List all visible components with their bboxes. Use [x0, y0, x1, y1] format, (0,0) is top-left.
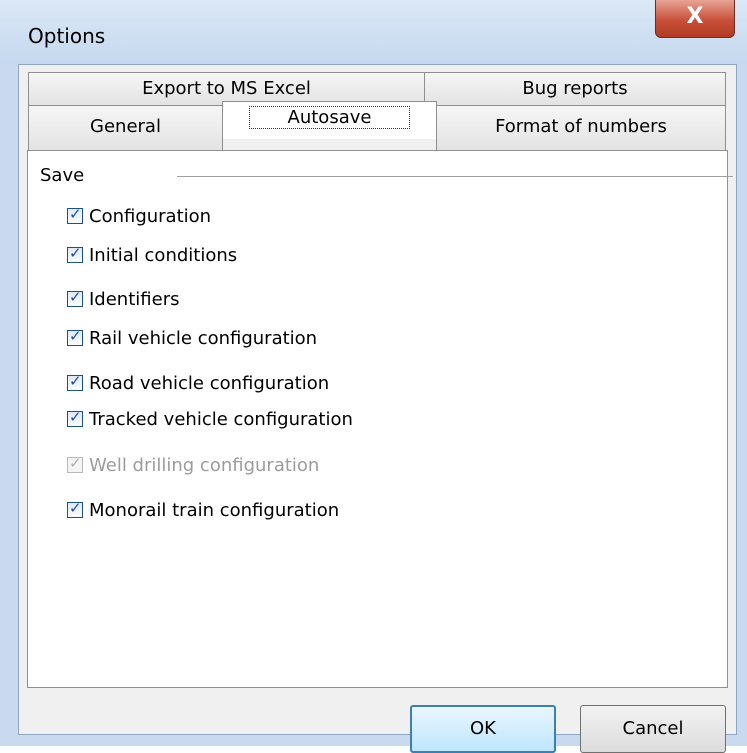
tab-bug-reports[interactable]: Bug reports [424, 72, 726, 106]
dialog-body: Export to MS Excel Bug reports General A… [18, 64, 737, 753]
title-bar[interactable]: Options X [0, 0, 747, 64]
checkbox-initial-conditions[interactable]: Initial conditions [67, 243, 237, 267]
autosave-panel: Save Configuration Initial conditions Id… [27, 150, 733, 688]
checkbox-label: Monorail train configuration [89, 499, 340, 521]
options-dialog: Options X Export to MS Excel Bug reports… [0, 0, 747, 753]
checkbox-checked-icon[interactable] [67, 288, 83, 307]
close-icon: X [686, 4, 704, 29]
checkbox-label: Road vehicle configuration [89, 372, 330, 394]
checkbox-checked-icon[interactable] [67, 499, 83, 518]
checkbox-checked-icon[interactable] [67, 372, 83, 391]
tab-label: Format of numbers [495, 116, 667, 137]
checkbox-monorail-train-configuration[interactable]: Monorail train configuration [67, 498, 339, 522]
checkbox-checked-icon[interactable] [67, 327, 83, 346]
tab-label: Export to MS Excel [142, 78, 311, 99]
checkbox-well-drilling-configuration: Well drilling configuration [67, 453, 319, 477]
checkbox-rail-vehicle-configuration[interactable]: Rail vehicle configuration [67, 326, 317, 350]
window-title: Options [28, 24, 106, 48]
checkbox-label: Configuration [89, 205, 212, 227]
checkbox-checked-icon[interactable] [67, 244, 83, 263]
close-button[interactable]: X [655, 0, 735, 38]
checkbox-road-vehicle-configuration[interactable]: Road vehicle configuration [67, 371, 329, 395]
checkbox-identifiers[interactable]: Identifiers [67, 287, 179, 311]
checkbox-label: Well drilling configuration [89, 454, 320, 476]
tab-general[interactable]: General [28, 105, 223, 151]
checkbox-configuration[interactable]: Configuration [67, 204, 211, 228]
checkbox-label: Identifiers [89, 288, 180, 310]
checkbox-tracked-vehicle-configuration[interactable]: Tracked vehicle configuration [67, 407, 353, 431]
tab-autosave[interactable]: Autosave [222, 101, 437, 139]
checkbox-label: Initial conditions [89, 244, 238, 266]
tab-label: Bug reports [522, 78, 628, 99]
checkbox-label: Tracked vehicle configuration [89, 408, 353, 430]
checkbox-label: Rail vehicle configuration [89, 327, 318, 349]
group-divider [177, 176, 733, 177]
tab-format-of-numbers[interactable]: Format of numbers [436, 105, 726, 151]
save-group-label: Save [40, 165, 85, 186]
tab-label: General [90, 116, 161, 137]
checkbox-checked-icon[interactable] [67, 205, 83, 224]
tab-label: Autosave [248, 106, 411, 129]
checkbox-checked-disabled-icon [67, 454, 83, 473]
checkbox-checked-icon[interactable] [67, 408, 83, 427]
